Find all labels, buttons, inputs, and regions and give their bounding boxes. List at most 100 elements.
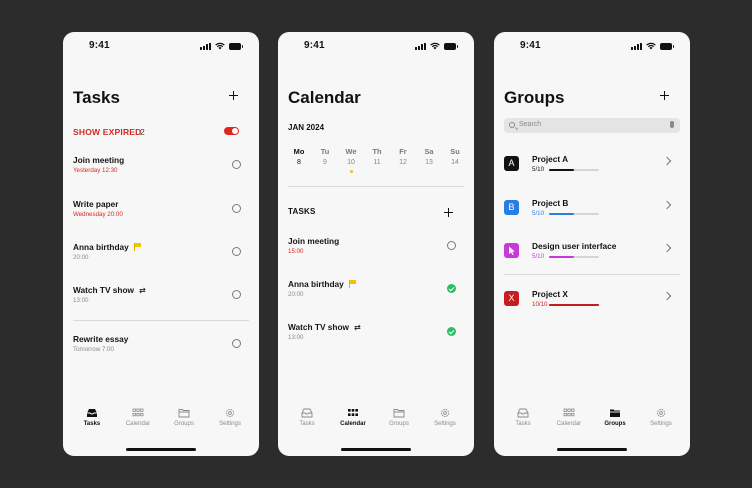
task-checkbox[interactable] [232,204,241,213]
task-checkbox-checked[interactable] [447,284,456,293]
tab-calendar[interactable]: Calendar [547,408,591,432]
day-name: Mo [293,147,305,156]
tab-tasks[interactable]: Tasks [285,408,329,432]
add-task-button[interactable] [443,207,454,218]
group-row[interactable]: B Project B 5/10 [504,197,672,227]
task-time: Wednesday 20:00 [73,211,123,218]
cursor-icon [504,243,519,258]
tab-tasks[interactable]: Tasks [70,408,114,432]
day-cell[interactable]: Fr 12 [392,147,414,173]
task-time: Tomorrow 7:00 [73,346,114,353]
tasks-screen: 9:41 Tasks SHOW EXPIRED 2 Join meeting Y… [63,32,259,456]
search-input[interactable]: Search [504,118,680,133]
inbox-tray-icon [87,409,97,417]
tab-tasks[interactable]: Tasks [501,408,545,432]
repeat-icon: ⇄ [139,285,146,295]
calendar-screen: 9:41 Calendar JAN 2024 Mo 8 Tu 9 We 10 Th 11… [278,32,474,456]
task-row[interactable]: Watch TV show ⇄ 13:00 [73,285,241,317]
day-name: Fr [399,147,407,156]
day-cell[interactable]: We 10 [340,147,362,173]
group-badge: A [504,156,519,171]
tab-bar: Tasks Calendar Groups Settings [278,408,474,432]
tab-label: Settings [650,421,672,427]
task-checkbox[interactable] [232,247,241,256]
chevron-right-icon [662,156,672,166]
task-row[interactable]: Rewrite essay Tomorrow 7:00 [73,334,241,366]
day-cell[interactable]: Tu 9 [314,147,336,173]
tab-settings[interactable]: Settings [208,408,252,432]
show-expired-label: SHOW EXPIRED [73,127,142,137]
tab-groups[interactable]: Groups [593,408,637,432]
group-row[interactable]: X Project X 10/10 [504,288,672,318]
calendar-grid-icon [348,409,358,416]
day-date: 8 [297,159,301,166]
task-checkbox[interactable] [232,339,241,348]
task-row[interactable]: Join meeting Yesterday 12:30 [73,155,241,187]
tab-settings[interactable]: Settings [639,408,683,432]
day-date: 13 [425,159,433,166]
task-row[interactable]: Write paper Wednesday 20:00 [73,199,241,231]
repeat-icon: ⇄ [354,322,361,332]
status-bar: 9:41 [63,40,259,54]
signal-icon [415,43,426,50]
task-time: 15:00 [288,248,304,255]
tasks-section-header: TASKS [288,207,316,216]
group-count: 5/10 [532,210,545,217]
task-row[interactable]: Join meeting 15:00 [288,236,456,268]
task-checkbox-checked[interactable] [447,327,456,336]
tab-label: Calendar [340,421,366,427]
month-label[interactable]: JAN 2024 [288,123,324,132]
progress-bar [549,168,599,171]
progress-bar [549,303,599,306]
task-row[interactable]: Anna birthday 20:00 [73,242,241,274]
folder-icon [610,409,620,417]
day-name: Sa [424,147,434,156]
status-time: 9:41 [304,40,325,51]
group-badge: B [504,200,519,215]
gear-icon [440,408,450,418]
add-group-button[interactable] [659,90,670,101]
task-name: Watch TV show [73,285,134,295]
day-cell[interactable]: Th 11 [366,147,388,173]
tab-label: Tasks [83,421,101,427]
tab-calendar[interactable]: Calendar [331,408,375,432]
tab-label: Calendar [125,421,151,427]
progress-bar [549,212,599,215]
status-time: 9:41 [520,40,541,51]
tab-groups[interactable]: Groups [377,408,421,432]
task-checkbox[interactable] [232,160,241,169]
battery-icon [660,43,674,50]
day-name: We [345,147,357,156]
tab-groups[interactable]: Groups [162,408,206,432]
search-icon [509,122,515,128]
task-name: Join meeting [288,236,340,246]
add-task-button[interactable] [228,90,239,101]
group-name: Project X [532,289,568,299]
task-row[interactable]: Watch TV show ⇄ 13:00 [288,322,456,354]
expired-count: 2 [140,127,145,137]
tab-label: Tasks [515,421,531,427]
task-checkbox[interactable] [232,290,241,299]
battery-icon [229,43,243,50]
day-date: 14 [451,159,459,166]
tab-settings[interactable]: Settings [423,408,467,432]
group-row[interactable]: A Project A 5/10 [504,153,672,183]
day-name: Th [372,147,382,156]
task-checkbox[interactable] [447,241,456,250]
day-name: Tu [320,147,330,156]
show-expired-toggle[interactable] [224,127,239,135]
group-count: 10/10 [532,301,548,308]
day-date: 9 [323,159,327,166]
gear-icon [656,408,666,418]
signal-icon [631,43,642,50]
flag-icon [133,243,142,251]
group-name: Project B [532,198,569,208]
group-row[interactable]: Design user interface 5/10 [504,240,672,270]
day-cell[interactable]: Mo 8 [288,147,310,173]
day-cell[interactable]: Su 14 [444,147,466,173]
tab-calendar[interactable]: Calendar [116,408,160,432]
day-cell[interactable]: Sa 13 [418,147,440,173]
microphone-icon[interactable] [670,121,674,128]
task-row[interactable]: Anna birthday 20:00 [288,279,456,311]
page-title: Tasks [73,88,120,107]
